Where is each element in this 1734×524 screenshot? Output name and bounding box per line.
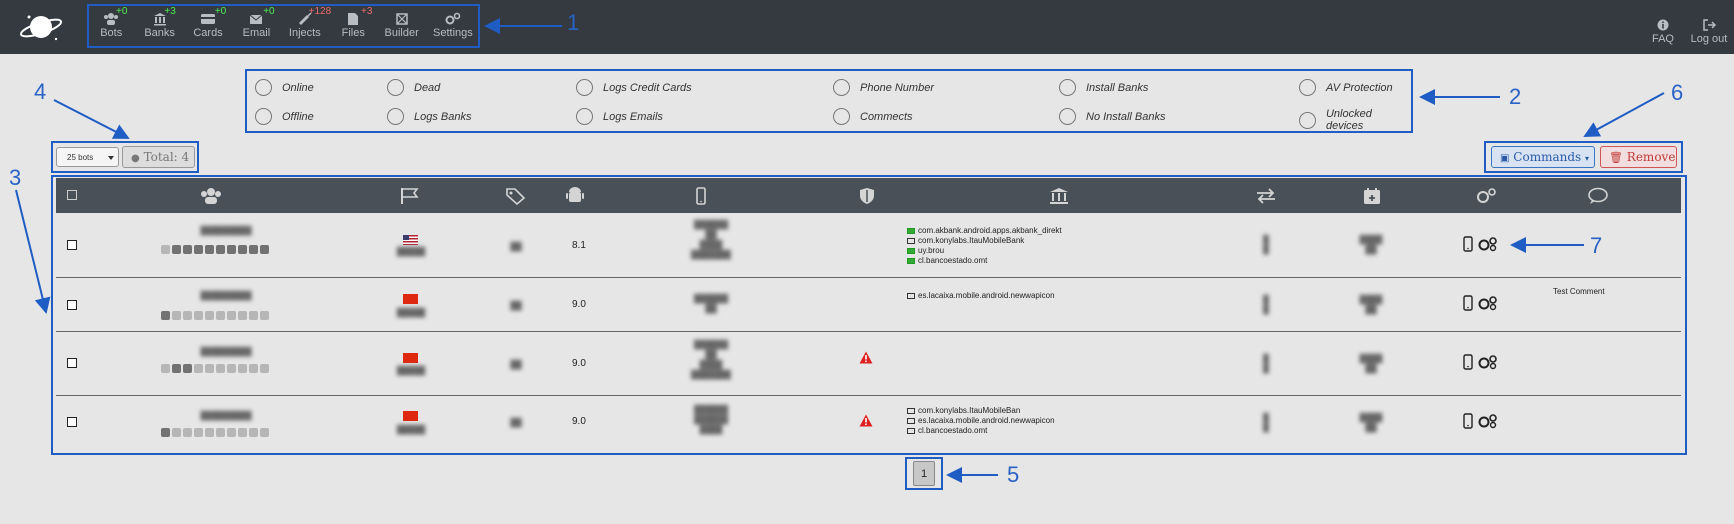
annotation-box-5 <box>905 457 943 490</box>
annotation-box-1 <box>87 4 480 48</box>
logout-icon <box>1702 19 1716 31</box>
info-icon <box>1657 19 1669 31</box>
annotation-label: 4 <box>34 79 47 104</box>
right-nav: FAQ Log out <box>1642 10 1734 45</box>
planet-logo-icon[interactable] <box>18 8 64 46</box>
annotation-box-4 <box>51 141 199 173</box>
annotation-box-6 <box>1484 141 1683 173</box>
annotation-label: 6 <box>1671 80 1684 105</box>
nav-logout[interactable]: Log out <box>1684 10 1734 45</box>
annotation-label: 1 <box>567 10 580 35</box>
nav-faq-label: FAQ <box>1651 33 1674 45</box>
annotation-box-2 <box>245 69 1413 133</box>
annotation-label: 7 <box>1590 233 1603 258</box>
annotation-box-3 <box>51 175 1687 455</box>
annotation-label: 3 <box>9 165 22 190</box>
nav-logout-label: Log out <box>1690 33 1728 45</box>
annotation-label: 2 <box>1509 84 1522 109</box>
nav-faq[interactable]: FAQ <box>1642 10 1684 45</box>
annotation-label: 5 <box>1007 462 1020 487</box>
